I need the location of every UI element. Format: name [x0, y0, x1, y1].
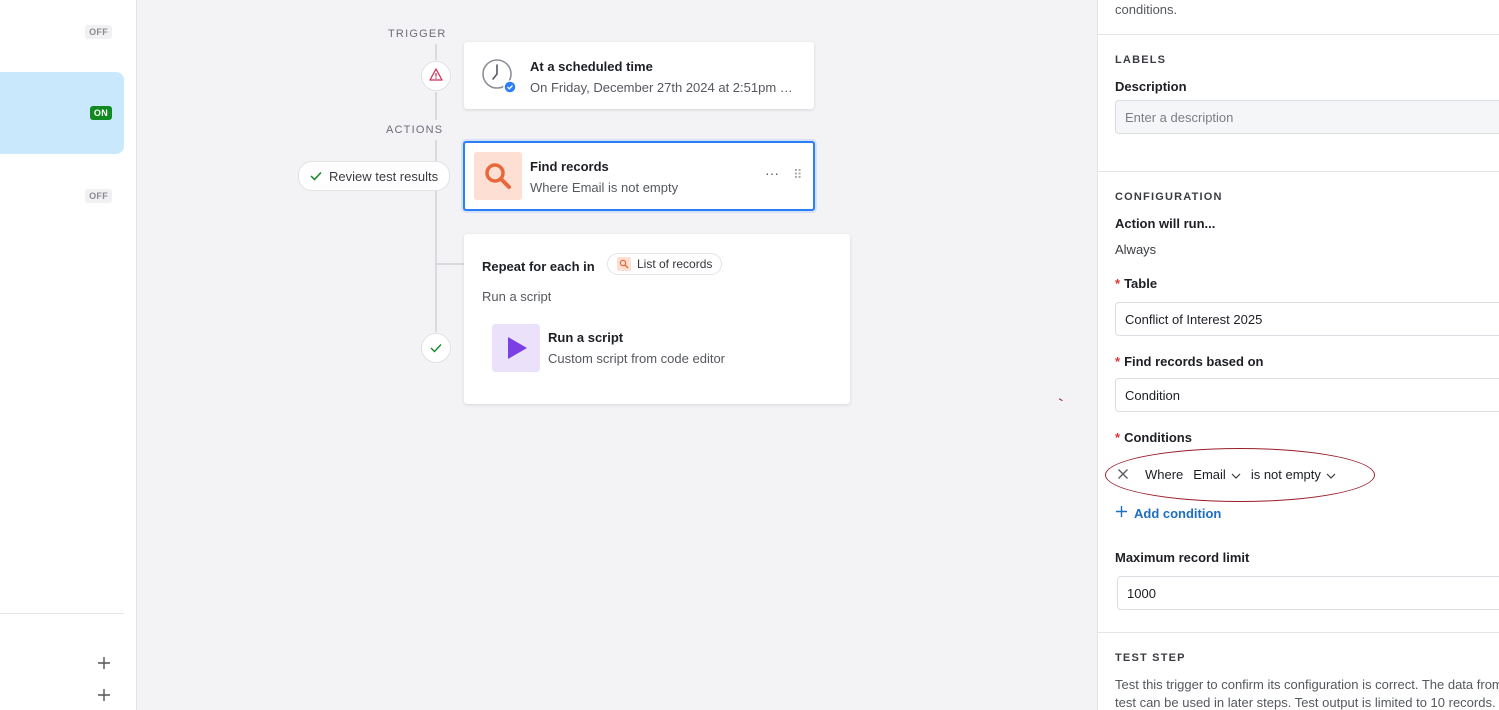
action-will-run-value[interactable]: Always	[1115, 242, 1156, 257]
annotation-mark	[1057, 398, 1063, 404]
automation-item-2-active[interactable]: ON	[0, 72, 124, 154]
search-icon-small	[617, 257, 631, 271]
repeat-subheading: Run a script	[482, 289, 552, 304]
run-script-title: Run a script	[548, 330, 624, 345]
configuration-caption: CONFIGURATION	[1115, 191, 1223, 203]
repeat-card[interactable]: Repeat for each in List of records Run a…	[464, 234, 850, 404]
trigger-card[interactable]: At a scheduled time On Friday, December …	[464, 42, 814, 109]
test-step-text-2: test can be used in later steps. Test ou…	[1115, 695, 1496, 710]
sidebar-divider	[0, 613, 124, 614]
warning-icon	[429, 68, 443, 84]
action-will-run-label: Action will run...	[1115, 216, 1216, 231]
chevron-down-icon	[1231, 467, 1241, 482]
conditions-label: * Conditions	[1115, 430, 1192, 445]
find-records-title: Find records	[530, 159, 609, 174]
run-script-subtitle: Custom script from code editor	[548, 351, 726, 366]
play-icon	[492, 324, 540, 372]
test-step-text-1: Test this trigger to confirm its configu…	[1115, 677, 1499, 692]
panel-divider	[1098, 632, 1499, 633]
automation-sidebar: OFF ON OFF	[0, 0, 137, 710]
find-records-subtitle: Where Email is not empty	[530, 180, 679, 195]
clock-icon	[481, 58, 517, 97]
panel-divider	[1098, 34, 1499, 35]
review-test-results-button[interactable]: Review test results	[298, 161, 451, 191]
review-test-results-label: Review test results	[329, 168, 439, 184]
check-icon	[430, 341, 442, 356]
trigger-title: At a scheduled time	[530, 59, 653, 74]
automation-item-1[interactable]: OFF	[0, 0, 124, 82]
status-badge-on: ON	[89, 106, 112, 120]
add-plus-icon[interactable]	[96, 655, 112, 671]
drag-handle-icon[interactable]: ⠿	[793, 167, 803, 183]
condition-field-label: Email	[1193, 466, 1226, 482]
step-complete-node[interactable]	[421, 333, 451, 363]
description-label: Description	[1115, 79, 1187, 94]
max-record-limit-label: Maximum record limit	[1115, 550, 1250, 565]
table-label: * Table	[1115, 276, 1158, 291]
plus-icon	[1115, 505, 1128, 521]
condition-operator-select[interactable]: is not empty	[1251, 467, 1336, 482]
properties-panel: conditions. LABELS Description Enter a d…	[1097, 0, 1499, 710]
find-based-on-select[interactable]: Condition	[1115, 378, 1499, 412]
condition-operator-label: is not empty	[1250, 466, 1321, 482]
panel-divider	[1098, 171, 1499, 172]
trigger-warning-node[interactable]	[421, 61, 451, 91]
labels-caption: LABELS	[1115, 54, 1167, 66]
connector-line	[435, 44, 437, 60]
condition-where: Where	[1145, 466, 1184, 482]
connector-line	[435, 92, 437, 120]
actions-section-label: ACTIONS	[386, 124, 444, 136]
condition-row: Where Email is not empty	[1115, 460, 1336, 488]
list-of-records-chip[interactable]: List of records	[607, 253, 723, 275]
description-input[interactable]: Enter a description	[1115, 100, 1499, 134]
panel-top-text: conditions.	[1115, 2, 1178, 17]
chip-label: List of records	[637, 257, 713, 271]
find-records-based-on-label: * Find records based on	[1115, 354, 1264, 369]
find-records-card[interactable]: Find records Where Email is not empty ··…	[463, 141, 815, 211]
add-condition-label: Add condition	[1134, 505, 1222, 521]
search-icon	[474, 152, 522, 200]
check-icon	[310, 169, 322, 184]
max-record-limit-input[interactable]: 1000	[1117, 576, 1499, 610]
status-badge-off: OFF	[85, 189, 112, 203]
automation-item-3[interactable]: OFF	[0, 155, 124, 237]
close-icon[interactable]	[1115, 468, 1131, 480]
add-condition-button[interactable]: Add condition	[1115, 505, 1221, 521]
condition-field-select[interactable]: Email	[1193, 467, 1241, 482]
table-select[interactable]: Conflict of Interest 2025	[1115, 302, 1499, 336]
status-badge-off: OFF	[85, 25, 112, 39]
add-plus-icon-2[interactable]	[96, 687, 112, 703]
more-options-icon[interactable]: ···	[765, 165, 779, 181]
repeat-heading: Repeat for each in	[482, 259, 595, 274]
trigger-subtitle: On Friday, December 27th 2024 at 2:51pm …	[530, 80, 800, 95]
test-step-caption: TEST STEP	[1115, 652, 1186, 664]
connector-branch	[435, 263, 465, 265]
trigger-section-label: TRIGGER	[388, 28, 447, 40]
chevron-down-icon	[1326, 467, 1336, 482]
